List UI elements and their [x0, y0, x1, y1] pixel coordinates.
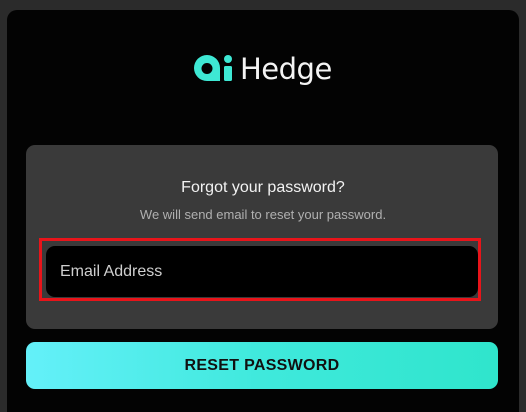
ai-logo-icon	[194, 55, 232, 81]
reset-password-button[interactable]: RESET PASSWORD	[26, 342, 498, 389]
email-input[interactable]	[46, 246, 478, 297]
reset-subtitle: We will send email to reset your passwor…	[139, 207, 387, 222]
brand-logo: Hedge	[194, 50, 332, 88]
brand-name: Hedge	[240, 52, 332, 86]
reset-password-card	[26, 145, 498, 329]
reset-title: Forgot your password?	[181, 179, 345, 196]
